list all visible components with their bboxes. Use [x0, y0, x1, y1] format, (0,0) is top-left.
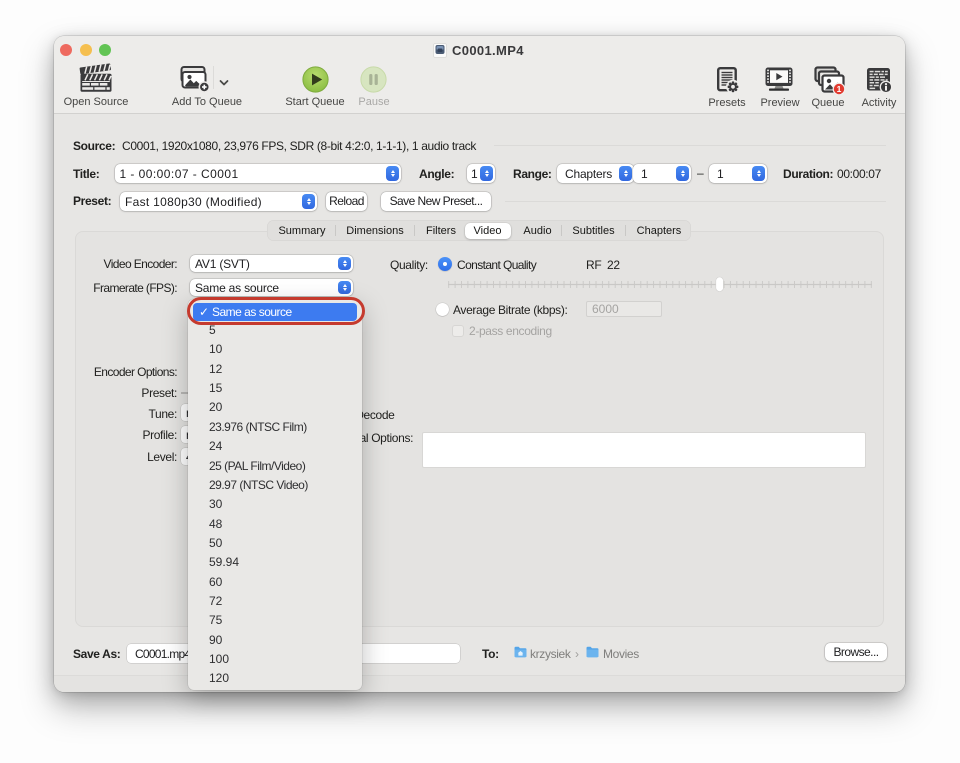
- svg-text:1: 1: [837, 84, 842, 94]
